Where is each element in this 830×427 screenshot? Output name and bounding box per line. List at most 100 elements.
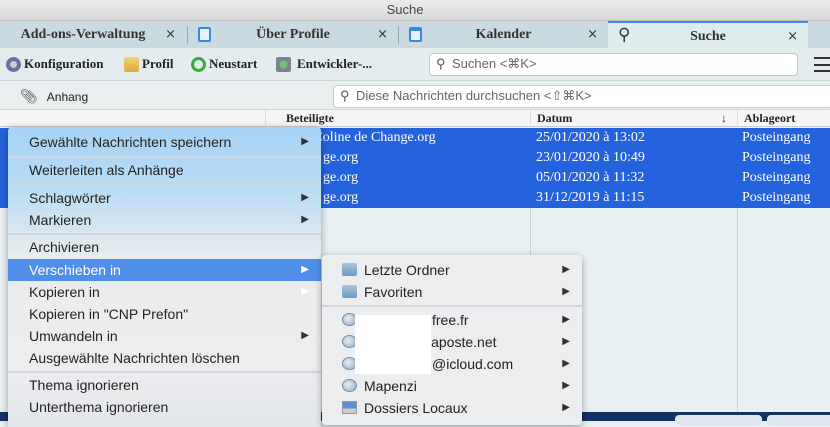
close-icon[interactable]: × [165, 21, 176, 48]
developer-button[interactable]: Entwickler-... [276, 56, 372, 72]
column-header: Beteiligte Datum ↓ Ablageort [0, 110, 830, 127]
tab-addons[interactable]: Add-ons-Verwaltung × [0, 21, 186, 49]
menu-item-ignore-subthread[interactable]: Unterthema ignorieren [8, 396, 321, 418]
redaction-box [355, 315, 431, 374]
menu-item-mark[interactable]: Markieren ▶ [8, 209, 321, 231]
menu-item-copy-to-cnp-prefon[interactable]: Kopieren in "CNP Prefon" [8, 303, 321, 325]
menu-label: Verschieben in [29, 262, 121, 278]
gear-icon [6, 56, 21, 72]
menu-label: free.fr [432, 312, 469, 328]
hamburger-icon[interactable] [814, 57, 830, 72]
column-location[interactable]: Ablageort [737, 110, 830, 127]
tab-label: Kalender [475, 27, 532, 42]
menu-label: Gewählte Nachrichten speichern [29, 134, 232, 150]
menu-separator [8, 184, 321, 186]
local-folders-icon [342, 401, 357, 414]
tab-calendar[interactable]: Kalender × [399, 21, 608, 49]
participants-cell: ge.org [323, 150, 359, 165]
menu-separator [8, 156, 321, 158]
search-placeholder: Suchen <⌘K> [452, 56, 537, 71]
restart-button[interactable]: Neustart [191, 56, 257, 72]
submenu-arrow-icon: ▶ [301, 330, 309, 341]
date-cell: 23/01/2020 à 10:49 [536, 150, 645, 165]
search-icon: ⚲ [436, 56, 446, 71]
menu-label: Kopieren in [29, 284, 100, 300]
menu-label: Favoriten [364, 284, 423, 300]
menu-item-copy-to[interactable]: Kopieren in ▶ [8, 281, 321, 303]
close-icon[interactable]: × [787, 23, 798, 50]
menu-label: Markieren [29, 212, 92, 228]
attachment-label: Anhang [46, 89, 89, 104]
menu-item-forward-as-attachments[interactable]: Weiterleiten als Anhänge [8, 159, 321, 181]
button-label: Entwickler-... [297, 56, 372, 71]
menu-label: Thema ignorieren [29, 377, 139, 393]
developer-icon [276, 56, 291, 72]
submenu-arrow-icon: ▶ [301, 286, 309, 297]
submenu-arrow-icon: ▶ [562, 358, 570, 369]
menu-item-tags[interactable]: Schlagwörter ▶ [8, 187, 321, 209]
menu-label: Schlagwörter [29, 190, 111, 206]
submenu-arrow-icon: ▶ [301, 192, 309, 203]
configuration-button[interactable]: Konfiguration [6, 56, 103, 72]
close-icon[interactable]: × [377, 21, 388, 48]
folder-icon [342, 285, 357, 298]
global-search-input[interactable]: ⚲ Suchen <⌘K> [429, 53, 798, 76]
column-participants[interactable]: Beteiligte [265, 110, 530, 127]
menu-separator [8, 371, 321, 373]
menu-item-convert-to[interactable]: Umwandeln in ▶ [8, 325, 321, 347]
submenu-arrow-icon: ▶ [562, 402, 570, 413]
menu-item-archive[interactable]: Archivieren [8, 236, 321, 258]
menu-label: Letzte Ordner [364, 262, 450, 278]
submenu-item-favorites[interactable]: Favoriten ▶ [322, 281, 582, 303]
column-date[interactable]: Datum ↓ [530, 110, 737, 127]
location-cell: Posteingang [742, 170, 811, 185]
account-icon [342, 379, 357, 392]
menu-label: Archivieren [29, 239, 100, 255]
tab-label: Über Profile [256, 27, 330, 42]
bottom-button[interactable] [675, 415, 762, 425]
submenu-arrow-icon: ▶ [562, 264, 570, 275]
date-cell: 05/01/2020 à 11:32 [536, 170, 645, 185]
submenu-arrow-icon: ▶ [562, 380, 570, 391]
folder-icon [342, 263, 357, 276]
close-icon[interactable]: × [587, 21, 598, 48]
toolbar: Konfiguration Profil Neustart Entwickler… [0, 48, 830, 81]
search-icon: ⚲ [340, 88, 350, 103]
menu-label: Mapenzi [364, 378, 417, 394]
menu-label: Ausgewählte Nachrichten löschen [29, 350, 240, 366]
menu-item-delete-messages[interactable]: Ausgewählte Nachrichten löschen [8, 347, 321, 369]
profile-folder-icon [124, 56, 139, 72]
menu-item-move-to[interactable]: Verschieben in ▶ [8, 259, 321, 281]
menu-separator [8, 233, 321, 235]
profile-button[interactable]: Profil [124, 56, 174, 72]
sort-descending-icon: ↓ [721, 111, 727, 125]
menu-label: Weiterleiten als Anhänge [29, 162, 184, 178]
menu-label: laposte.net [428, 334, 497, 350]
tab-label: Suche [690, 29, 726, 44]
search-placeholder: Diese Nachrichten durchsuchen <⇧⌘K> [356, 88, 592, 103]
menu-label: Umwandeln in [29, 328, 118, 344]
button-label: Profil [142, 56, 174, 71]
submenu-arrow-icon: ▶ [301, 214, 309, 225]
tab-search[interactable]: ⚲ Suche × [608, 21, 808, 49]
submenu-arrow-icon: ▶ [562, 286, 570, 297]
tab-about-profiles[interactable]: Über Profile × [188, 21, 398, 49]
submenu-item-recent-folders[interactable]: Letzte Ordner ▶ [322, 259, 582, 281]
menu-label: Dossiers Locaux [364, 400, 468, 416]
bottom-button[interactable] [767, 415, 830, 425]
menu-item-ignore-thread[interactable]: Thema ignorieren [8, 374, 321, 396]
submenu-arrow-icon: ▶ [301, 136, 309, 147]
menu-item-save-messages[interactable]: Gewählte Nachrichten speichern ▶ [8, 131, 321, 153]
button-label: Neustart [209, 56, 258, 71]
context-menu: Gewählte Nachrichten speichern ▶ Weiterle… [8, 127, 321, 427]
quick-filter-bar: 📎︎ Anhang ⚲ Diese Nachrichten durchsuche… [0, 82, 830, 110]
participants-cell: ge.org [323, 170, 359, 185]
location-cell: Posteingang [742, 130, 811, 145]
filter-search-input[interactable]: ⚲ Diese Nachrichten durchsuchen <⇧⌘K> [333, 85, 830, 108]
button-label: Konfiguration [24, 56, 104, 71]
submenu-item-local-folders[interactable]: Dossiers Locaux ▶ [322, 397, 582, 419]
submenu-arrow-icon: ▶ [562, 314, 570, 325]
submenu-item-mapenzi[interactable]: Mapenzi ▶ [322, 375, 582, 397]
participants-cell: ge.org [323, 190, 359, 205]
attachment-filter-button[interactable]: 📎︎ Anhang [20, 88, 88, 105]
